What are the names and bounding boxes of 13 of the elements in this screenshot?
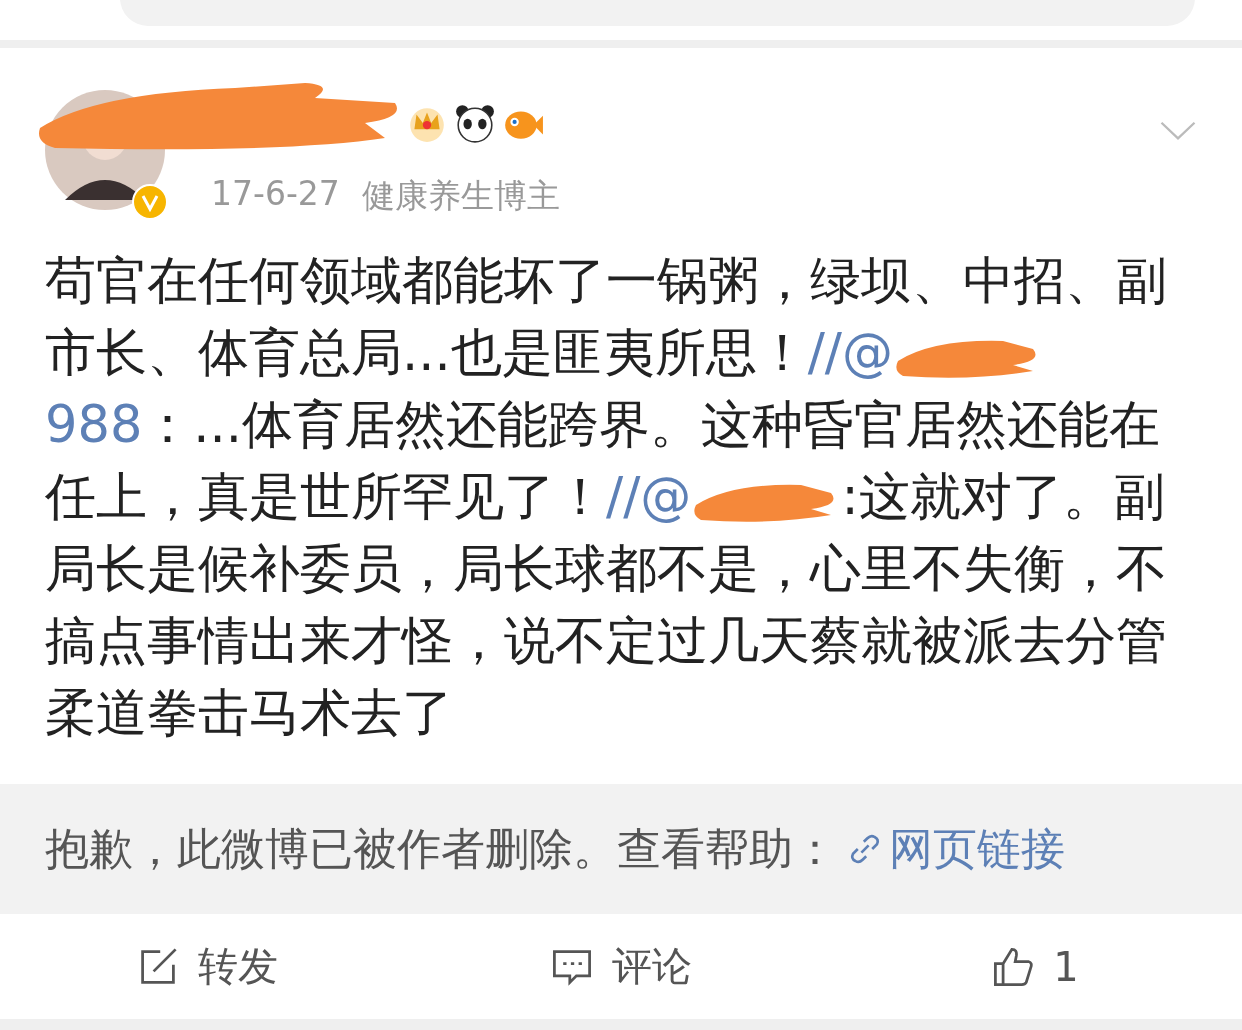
mention-link[interactable]: //@ [606,467,692,526]
chevron-down-icon[interactable] [1159,120,1197,142]
like-button[interactable]: 1 [828,914,1242,1019]
mention-link[interactable]: //@ [807,323,893,382]
post-text: 苟官在任何领域都能坏了一锅粥，绿坝、中招、副市长、体育总局...也是匪夷所思！//@ 988：...体育居然还能跨界。这种昏官居然还能在任上，真是世所罕见了！//@ :这就对了。副局长是候补委员，局长球都不是，心里不失衡，不搞点事情出来才怪，说不定过几天蔡就被派去分管柔道拳击马术去了 [45,250,1168,744]
post-time: 17-6-27 [211,174,340,215]
post-source: 健康养生博主 [361,175,560,217]
comment-button[interactable]: 评论 [414,914,828,1019]
mention-link[interactable]: 988 [45,395,143,454]
web-link[interactable]: 网页链接 [847,819,1065,879]
repost-button[interactable]: 转发 [0,914,414,1019]
panda-icon [454,102,496,144]
deleted-notice: 抱歉，此微博已被作者删除。查看帮助： [45,821,837,876]
